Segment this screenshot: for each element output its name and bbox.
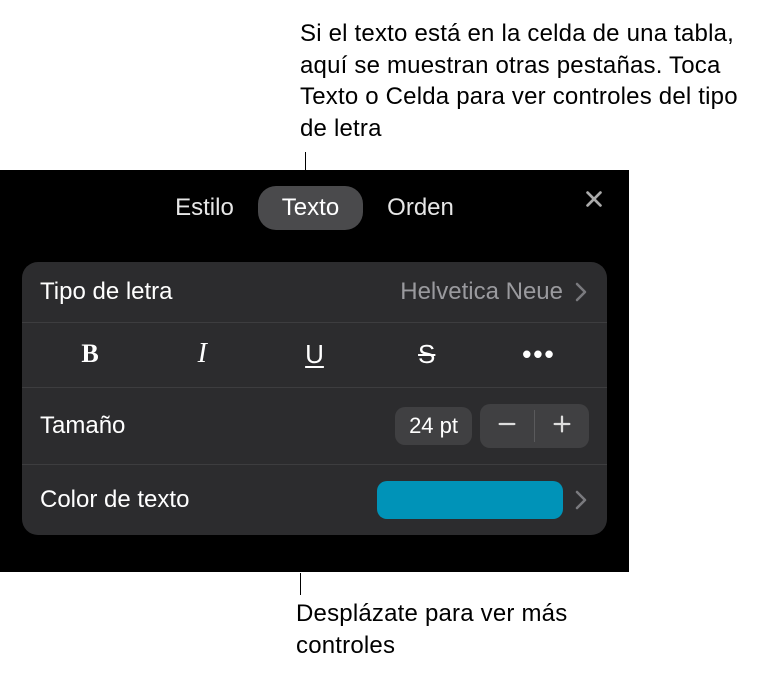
text-format-card: Tipo de letra Helvetica Neue B I U S: [22, 262, 607, 535]
tab-text[interactable]: Texto: [258, 186, 363, 230]
bold-icon: B: [81, 339, 98, 369]
size-value[interactable]: 24 pt: [395, 407, 472, 445]
font-label: Tipo de letra: [40, 278, 173, 306]
increase-size-button[interactable]: [535, 404, 589, 448]
bold-button[interactable]: B: [34, 329, 146, 379]
underline-icon: U: [305, 339, 324, 370]
plus-icon: [551, 410, 573, 442]
more-icon: •••: [522, 339, 555, 370]
text-color-row[interactable]: Color de texto: [22, 465, 607, 535]
italic-button[interactable]: I: [146, 329, 258, 379]
underline-button[interactable]: U: [258, 329, 370, 379]
close-icon: [583, 188, 605, 215]
callout-bottom: Desplázate para ver más controles: [296, 598, 616, 661]
font-value: Helvetica Neue: [400, 278, 563, 306]
strikethrough-icon: S: [418, 339, 435, 370]
decrease-size-button[interactable]: [480, 404, 534, 448]
tab-style[interactable]: Estilo: [151, 186, 258, 230]
text-color-label: Color de texto: [40, 486, 189, 514]
tab-order[interactable]: Orden: [363, 186, 478, 230]
tab-bar: Estilo Texto Orden: [0, 170, 629, 232]
size-label: Tamaño: [40, 412, 125, 440]
size-row: Tamaño 24 pt: [22, 388, 607, 465]
format-panel: Estilo Texto Orden Tipo de letra Helveti…: [0, 170, 629, 572]
text-style-row: B I U S •••: [22, 323, 607, 388]
strikethrough-button[interactable]: S: [371, 329, 483, 379]
chevron-right-icon: [575, 281, 589, 303]
font-row[interactable]: Tipo de letra Helvetica Neue: [22, 262, 607, 323]
tab-segment: Estilo Texto Orden: [16, 186, 613, 230]
minus-icon: [496, 410, 518, 442]
italic-icon: I: [198, 338, 207, 370]
size-stepper: [480, 404, 589, 448]
more-options-button[interactable]: •••: [483, 329, 595, 379]
color-swatch[interactable]: [377, 481, 563, 519]
callout-top: Si el texto está en la celda de una tabl…: [300, 18, 765, 145]
chevron-right-icon: [575, 489, 589, 511]
close-button[interactable]: [579, 186, 609, 216]
callout-leader-bottom: [300, 573, 301, 595]
